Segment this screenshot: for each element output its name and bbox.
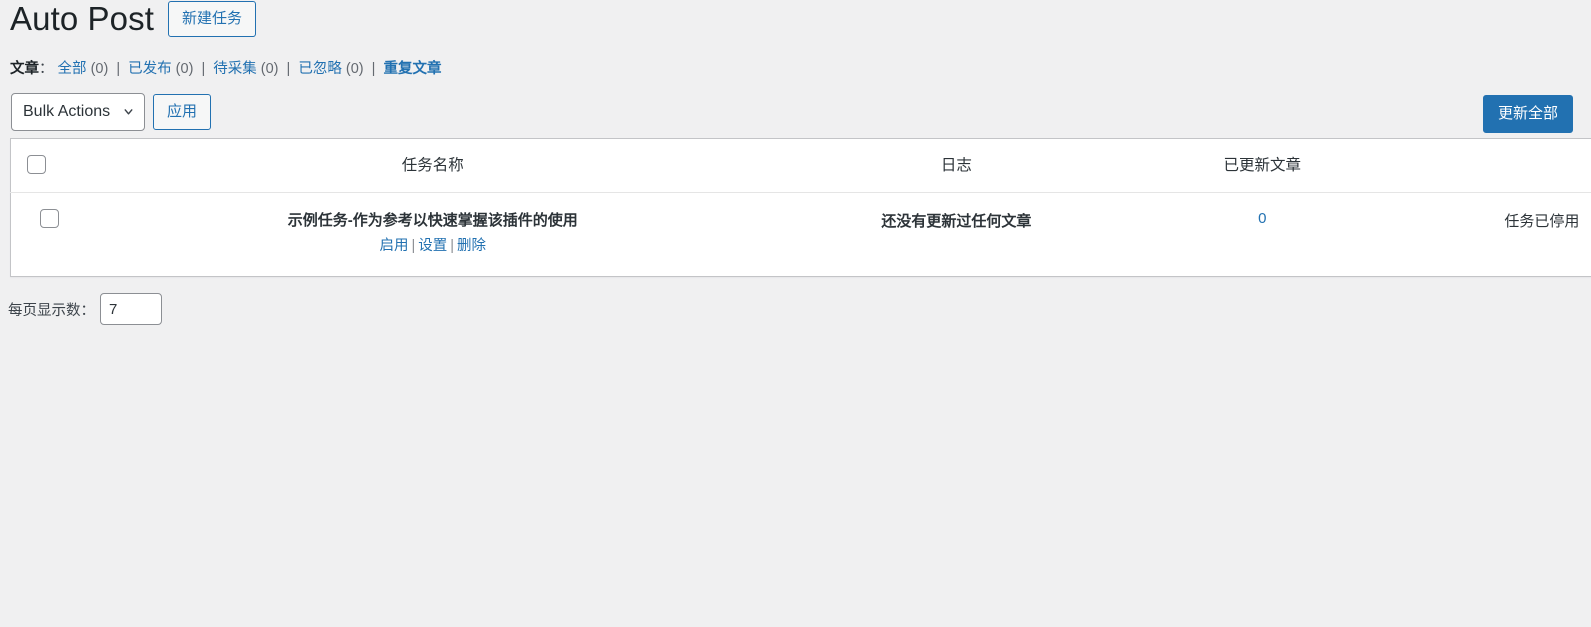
updated-posts-cell: 0 [1110,193,1415,277]
select-all-header [10,138,63,193]
filter-group-label: 文章 [10,61,39,77]
tasks-table: 任务名称 日志 已更新文章 示例任务-作为参考以快速掌握该插件的使用 启用 | 设置… [10,138,1591,277]
task-settings-link[interactable]: 设置 [418,238,447,254]
per-page-setting: 每页显示数： [8,293,162,325]
filter-separator: | [286,61,291,77]
filter-separator: | [116,61,121,77]
column-header-task-name[interactable]: 任务名称 [62,138,803,193]
row-select-cell [11,193,63,277]
page-header: Auto Post 新建任务 [10,0,257,41]
page-title: Auto Post [10,0,154,37]
post-filter-links: 文章： 全部 (0) | 已发布 (0) | 待采集 (0) | 已忽略 (0)… [10,62,441,77]
table-header-row: 任务名称 日志 已更新文章 [10,138,1591,193]
task-name-text: 示例任务-作为参考以快速掌握该插件的使用 [287,212,578,229]
chevron-down-icon [122,106,135,119]
per-page-label: 每页显示数： [8,302,95,319]
table-navigation-top: Bulk Actions 应用 更新全部 [0,93,1591,133]
filter-count-ignored: (0) [345,61,364,77]
updated-posts-link[interactable]: 0 [1258,210,1266,227]
filter-link-duplicate-label: 重复文章 [383,61,442,77]
filter-link-pending[interactable]: 待采集 [213,61,257,77]
admin-page: Auto Post 新建任务 文章： 全部 (0) | 已发布 (0) | 待采… [0,0,1591,627]
filter-link-all[interactable]: 全部 [58,61,87,77]
select-all-checkbox[interactable] [27,155,47,174]
task-log-cell: 还没有更新过任何文章 [881,213,1032,230]
row-action-separator: | [450,238,455,254]
task-name-cell: 示例任务-作为参考以快速掌握该插件的使用 启用 | 设置 | 删除 [63,193,803,277]
filter-count-pending: (0) [260,61,279,77]
bulk-actions-value: Bulk Actions [23,103,111,120]
filter-link-ignored[interactable]: 已忽略 [298,61,342,77]
table-body: 示例任务-作为参考以快速掌握该插件的使用 启用 | 设置 | 删除 还没有更新过任何文章… [11,193,1591,277]
task-state-cell: 任务已停用 [1504,213,1580,230]
per-page-input[interactable] [100,293,162,325]
table-head: 任务名称 日志 已更新文章 [10,138,1591,193]
column-header-log[interactable]: 日志 [802,138,1110,193]
enable-task-link[interactable]: 启用 [379,238,408,254]
row-action-separator: | [411,238,416,254]
column-header-updated-posts[interactable]: 已更新文章 [1109,138,1415,193]
new-task-button[interactable]: 新建任务 [168,1,257,38]
row-checkbox[interactable] [40,209,60,228]
bulk-actions-select[interactable]: Bulk Actions [11,93,145,131]
filter-link-duplicate[interactable]: 重复文章 [383,61,441,77]
filter-link-all-label: 全部 [57,61,87,77]
filter-count-all: (0) [90,61,109,77]
filter-link-ignored-label: 已忽略 [298,61,342,77]
apply-button[interactable]: 应用 [153,94,212,130]
filter-separator: | [201,61,206,77]
delete-task-link[interactable]: 删除 [457,238,486,254]
filter-colon: ： [39,61,54,77]
filter-count-published: (0) [175,61,194,77]
column-header-state [1414,138,1591,193]
filter-separator: | [371,61,376,77]
filter-link-published[interactable]: 已发布 [128,61,172,77]
row-actions: 启用 | 设置 | 删除 [63,236,803,258]
filter-link-published-label: 已发布 [128,61,172,77]
filter-link-pending-label: 待采集 [213,61,257,77]
update-all-button[interactable]: 更新全部 [1483,95,1574,133]
table-row: 示例任务-作为参考以快速掌握该插件的使用 启用 | 设置 | 删除 还没有更新过任何文章… [11,193,1591,277]
